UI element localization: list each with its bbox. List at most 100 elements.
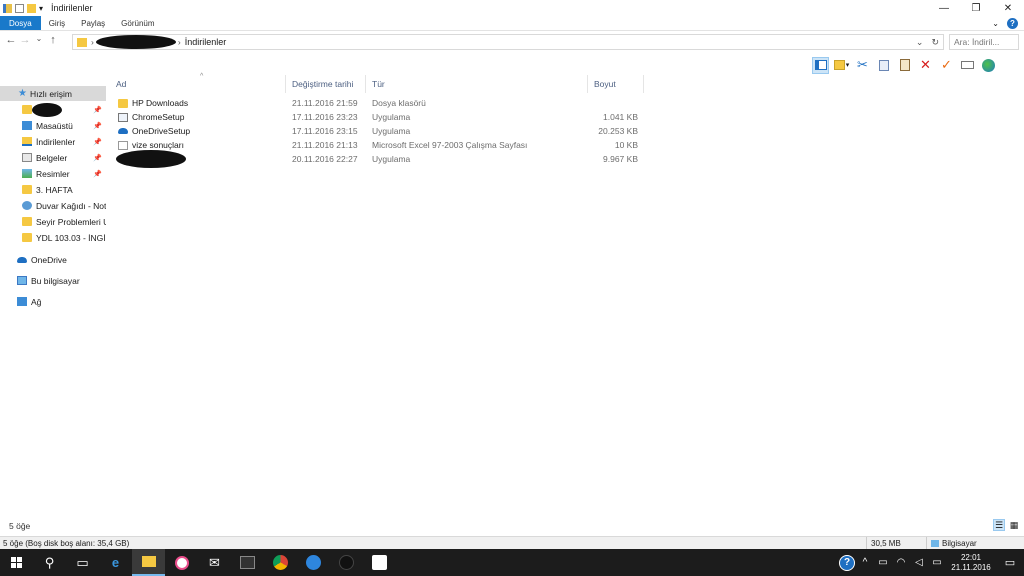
search-input[interactable]: Ara: İndiril... — [949, 34, 1019, 50]
details-view-icon[interactable]: ☰ — [993, 519, 1005, 531]
column-header-size[interactable]: Boyut — [588, 75, 644, 93]
breadcrumb-separator-icon: › — [177, 37, 181, 47]
sidebar-item-this-pc[interactable]: Bu bilgisayar — [0, 273, 106, 288]
pin-icon[interactable]: 📌 — [93, 138, 102, 146]
sidebar-item-documents[interactable]: Belgeler 📌 — [0, 150, 106, 165]
column-header-name[interactable]: Ad — [110, 75, 286, 93]
download-app-icon[interactable] — [297, 549, 330, 576]
system-tray: ? ^ ▭ ◠ ◁ ▭ 22:01 21.11.2016 ▭ — [838, 549, 1024, 576]
file-row[interactable]: OneDriveSetup 17.11.2016 23:15 Uygulama … — [110, 124, 644, 138]
sidebar-item-label: Bu bilgisayar — [31, 275, 80, 286]
delete-icon[interactable]: ✕ — [917, 57, 934, 74]
sidebar-item-label: Hızlı erişim — [29, 88, 72, 99]
item-count: 5 öğe — [9, 521, 31, 531]
start-button[interactable] — [0, 549, 33, 576]
new-folder-icon[interactable] — [27, 3, 36, 13]
sidebar-item-wallpaper[interactable]: Duvar Kağıdı - Note — [0, 198, 106, 213]
sidebar-item-week3[interactable]: 3. HAFTA — [0, 182, 106, 197]
breadcrumb-separator-icon: › — [91, 37, 94, 47]
tab-file[interactable]: Dosya — [0, 16, 41, 30]
back-arrow-icon[interactable]: ← — [4, 34, 18, 46]
pin-icon[interactable]: 📌 — [93, 106, 102, 114]
rename-icon[interactable] — [959, 57, 976, 74]
refresh-icon[interactable]: ↻ — [931, 37, 939, 48]
sidebar-item-desktop[interactable]: Masaüstü 📌 — [0, 118, 106, 133]
up-arrow-icon[interactable]: ↑ — [46, 34, 60, 46]
column-header-type[interactable]: Tür — [366, 75, 588, 93]
sidebar-item-redacted[interactable]: 📌 — [0, 102, 106, 117]
preview-pane-icon[interactable] — [812, 56, 829, 74]
tab-view[interactable]: Görünüm — [113, 16, 162, 30]
volume-icon[interactable]: ◁ — [910, 557, 928, 568]
breadcrumb-current[interactable]: İndirilenler — [185, 37, 227, 47]
copy-icon[interactable] — [875, 57, 892, 74]
check-icon[interactable]: ✓ — [938, 57, 955, 74]
address-bar[interactable]: › › İndirilenler ⌄ ↻ — [72, 34, 944, 50]
help-icon[interactable]: ? — [1007, 17, 1018, 29]
file-row[interactable]: 20.11.2016 22:27 Uygulama 9.967 KB — [110, 150, 644, 168]
computer-icon — [931, 539, 939, 547]
location-folder-icon — [77, 37, 87, 47]
memory-size: 30,5 MB — [871, 538, 901, 548]
sidebar-item-ydl[interactable]: YDL 103.03 - İNGİLİ — [0, 230, 106, 245]
sidebar-item-label: Duvar Kağıdı - Note — [36, 200, 106, 211]
pin-icon[interactable]: 📌 — [93, 122, 102, 130]
column-headers: ^ Ad Değiştirme tarihi Tür Boyut — [110, 73, 644, 93]
language-icon[interactable]: ▭ — [928, 557, 946, 568]
chrome-icon[interactable] — [264, 549, 297, 576]
battery-icon[interactable]: ▭ — [874, 557, 892, 568]
sidebar-item-navigation-problems[interactable]: Seyir Problemleri UI — [0, 214, 106, 229]
expand-ribbon-icon[interactable]: ⌄ — [992, 19, 999, 28]
pin-icon[interactable]: 📌 — [93, 154, 102, 162]
tab-share[interactable]: Paylaş — [73, 16, 113, 30]
itunes-icon[interactable] — [165, 549, 198, 576]
close-button[interactable]: ✕ — [992, 0, 1024, 16]
cut-icon[interactable]: ✂ — [854, 57, 871, 74]
notification-icon[interactable]: ▭ — [996, 556, 1024, 569]
hp-icon[interactable] — [330, 549, 363, 576]
globe-icon[interactable] — [980, 57, 997, 74]
edge-icon[interactable]: e — [99, 549, 132, 576]
navigation-pane: ★ Hızlı erişim 📌 Masaüstü 📌 İndirilenler… — [0, 80, 106, 520]
sidebar-item-label: Seyir Problemleri UI — [36, 216, 106, 227]
maximize-button[interactable]: ❐ — [960, 0, 992, 16]
file-row[interactable]: HP Downloads 21.11.2016 21:59 Dosya klas… — [110, 96, 644, 110]
file-explorer-icon[interactable] — [132, 549, 165, 576]
paste-icon[interactable] — [896, 57, 913, 74]
column-header-date[interactable]: Değiştirme tarihi — [286, 75, 366, 93]
large-icons-view-icon[interactable]: ▦ — [1008, 519, 1020, 531]
address-dropdown-icon[interactable]: ⌄ — [916, 37, 924, 48]
recent-locations-icon[interactable]: ⌄ — [32, 34, 46, 46]
file-name: OneDriveSetup — [132, 126, 191, 136]
view-switcher: ☰ ▦ — [993, 519, 1020, 531]
redacted-path — [95, 35, 176, 49]
pin-icon[interactable]: 📌 — [93, 170, 102, 178]
wifi-icon[interactable]: ◠ — [892, 557, 910, 568]
layout-icon[interactable]: ▾ — [833, 57, 850, 74]
app-icon[interactable] — [231, 549, 264, 576]
tab-home[interactable]: Giriş — [41, 16, 73, 30]
sidebar-item-pictures[interactable]: Resimler 📌 — [0, 166, 106, 181]
forward-arrow-icon[interactable]: → — [18, 34, 32, 46]
clock[interactable]: 22:01 21.11.2016 — [946, 553, 996, 573]
mail-icon[interactable]: ✉ — [198, 549, 231, 576]
search-icon[interactable]: ⚲ — [33, 549, 66, 576]
sidebar-item-quick-access[interactable]: ★ Hızlı erişim — [0, 86, 106, 101]
sidebar-item-network[interactable]: Ağ — [0, 294, 106, 309]
minimize-button[interactable]: — — [928, 0, 960, 16]
folder-icon — [22, 105, 32, 114]
file-size: 10 KB — [614, 140, 638, 150]
task-view-icon[interactable]: ▭ — [66, 549, 99, 576]
image-folder-icon — [22, 201, 32, 210]
sidebar-item-downloads[interactable]: İndirilenler 📌 — [0, 134, 106, 149]
file-row[interactable]: ChromeSetup 17.11.2016 23:23 Uygulama 1.… — [110, 110, 644, 124]
redacted-file-name — [116, 150, 186, 168]
hp-support-icon[interactable] — [363, 549, 396, 576]
file-row[interactable]: vize sonuçları 21.11.2016 21:13 Microsof… — [110, 138, 644, 152]
show-hidden-icons-icon[interactable]: ^ — [856, 557, 874, 568]
windows-logo-icon — [11, 557, 22, 568]
qa-dropdown-icon[interactable]: ▾ — [39, 4, 43, 13]
help-icon[interactable]: ? — [838, 554, 856, 571]
properties-icon[interactable] — [15, 3, 24, 13]
sidebar-item-onedrive[interactable]: OneDrive — [0, 252, 106, 267]
